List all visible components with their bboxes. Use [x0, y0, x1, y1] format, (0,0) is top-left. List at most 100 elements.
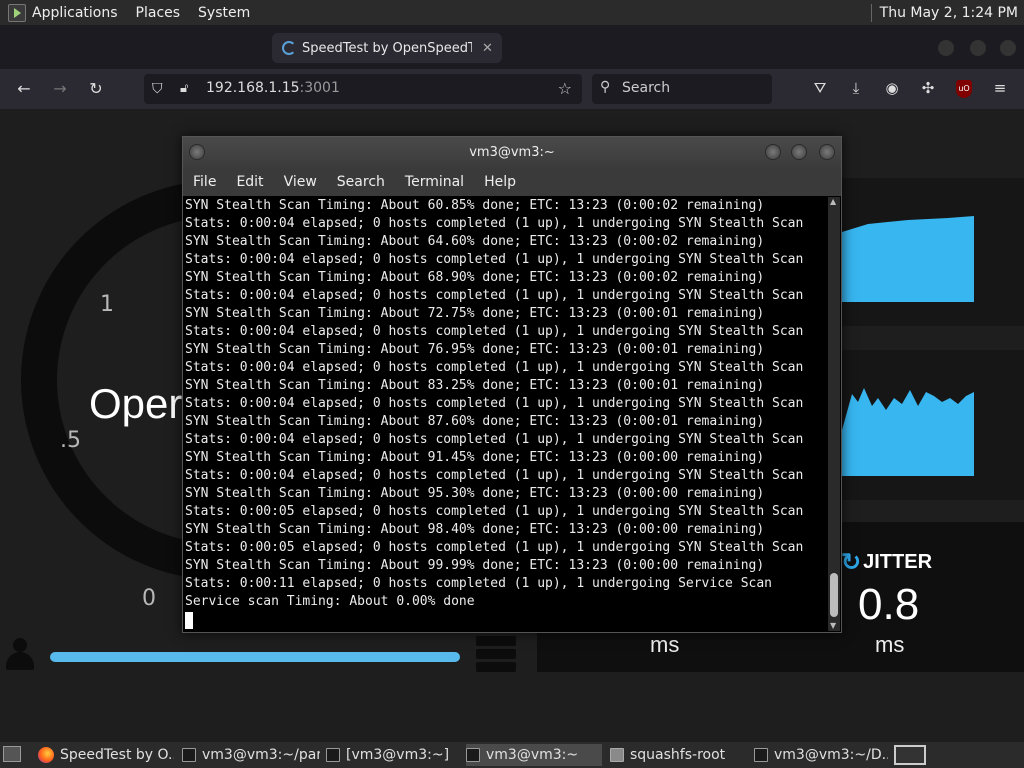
refresh-icon: ↻ [841, 549, 862, 576]
pocket-icon[interactable]: ⛛ [810, 79, 830, 97]
ublock-origin-icon[interactable]: uO [956, 80, 972, 98]
menu-applications[interactable]: Applications [32, 5, 118, 21]
taskbar-label: squashfs-root [630, 747, 726, 763]
terminal-line: SYN Stealth Scan Timing: About 95.30% do… [185, 486, 765, 501]
taskbar-label: vm3@vm3:~/D... [774, 747, 888, 763]
terminal-line: SYN Stealth Scan Timing: About 83.25% do… [185, 378, 765, 393]
menu-file[interactable]: File [193, 174, 216, 190]
url-port: :3001 [299, 80, 340, 96]
workspace-switcher[interactable] [894, 745, 926, 765]
folder-icon [610, 748, 624, 762]
loading-spinner-icon [282, 41, 296, 55]
terminal-line: SYN Stealth Scan Timing: About 99.99% do… [185, 558, 765, 573]
menu-terminal[interactable]: Terminal [405, 174, 464, 190]
search-placeholder: Search [622, 80, 671, 96]
download-chart-area [842, 216, 974, 302]
brand-heading: Oper [89, 380, 183, 427]
terminal-scrollbar[interactable]: ▲ ▼ [828, 197, 840, 631]
upload-chart-area [842, 388, 974, 476]
taskbar-item-terminal-paru[interactable]: vm3@vm3:~/paru [182, 744, 320, 766]
terminal-line: Stats: 0:00:04 elapsed; 0 hosts complete… [185, 432, 804, 447]
menu-view[interactable]: View [284, 174, 317, 190]
taskbar-item-firefox[interactable]: SpeedTest by O... [38, 744, 174, 766]
upload-chart [842, 388, 974, 476]
jitter-unit: ms [875, 632, 905, 657]
menu-edit[interactable]: Edit [236, 174, 263, 190]
tab-title: SpeedTest by OpenSpeedT [302, 40, 472, 56]
search-input[interactable]: ⚲ Search [592, 74, 772, 104]
scroll-up-icon[interactable]: ▲ [830, 197, 836, 206]
extensions-icon[interactable]: ✣ [918, 79, 938, 97]
account-icon[interactable]: ◉ [882, 79, 902, 97]
maximize-icon[interactable] [791, 144, 807, 160]
reload-icon[interactable]: ↻ [86, 79, 106, 98]
terminal-line: Service scan Timing: About 0.00% done [185, 594, 475, 609]
search-icon: ⚲ [600, 79, 611, 95]
shield-icon[interactable]: ⛉ [152, 81, 163, 97]
scroll-down-icon[interactable]: ▼ [830, 621, 836, 630]
tab-speedtest[interactable]: SpeedTest by OpenSpeedT ✕ [272, 33, 502, 63]
terminal-line: SYN Stealth Scan Timing: About 76.95% do… [185, 342, 765, 357]
window-menu-icon[interactable] [189, 144, 205, 160]
window-close-ghost[interactable] [1000, 40, 1016, 56]
taskbar-label: [vm3@vm3:~] [346, 747, 450, 763]
taskbar-label: vm3@vm3:~ [486, 747, 579, 763]
taskbar-item-terminal-d[interactable]: vm3@vm3:~/D... [754, 744, 888, 766]
terminal-line: SYN Stealth Scan Timing: About 98.40% do… [185, 522, 765, 537]
bookmark-star-icon[interactable]: ☆ [558, 79, 572, 98]
jitter-value: 0.8 [858, 580, 920, 629]
terminal-line: Stats: 0:00:04 elapsed; 0 hosts complete… [185, 360, 804, 375]
scrollbar-thumb[interactable] [830, 573, 838, 617]
downloads-icon[interactable]: ⤓ [846, 79, 866, 97]
terminal-line: Stats: 0:00:04 elapsed; 0 hosts complete… [185, 324, 804, 339]
ping-unit: ms [650, 632, 680, 657]
taskbar-item-terminal-home[interactable]: vm3@vm3:~ [466, 744, 602, 766]
lock-icon[interactable]: 🔓︎ [180, 81, 188, 96]
ghost-tab [10, 33, 240, 61]
terminal-line: Stats: 0:00:04 elapsed; 0 hosts complete… [185, 216, 804, 231]
close-icon[interactable] [819, 144, 835, 160]
menu-system[interactable]: System [198, 5, 250, 21]
terminal-icon [466, 748, 480, 762]
menu-places[interactable]: Places [136, 5, 181, 21]
minimize-icon[interactable] [765, 144, 781, 160]
user-icon [4, 638, 36, 672]
menu-search[interactable]: Search [337, 174, 385, 190]
jitter-title: ↻ JITTER [841, 548, 932, 577]
hamburger-menu-icon[interactable]: ≡ [990, 79, 1010, 97]
terminal-output[interactable]: SYN Stealth Scan Timing: About 60.85% do… [185, 197, 827, 631]
forward-arrow-icon[interactable]: → [50, 79, 70, 98]
terminal-line: Stats: 0:00:04 elapsed; 0 hosts complete… [185, 468, 804, 483]
terminal-line: SYN Stealth Scan Timing: About 60.85% do… [185, 198, 765, 213]
terminal-line: Stats: 0:00:04 elapsed; 0 hosts complete… [185, 396, 804, 411]
window-minimize-ghost[interactable] [938, 40, 954, 56]
terminal-line: Stats: 0:00:05 elapsed; 0 hosts complete… [185, 504, 804, 519]
terminal-window[interactable]: vm3@vm3:~ File Edit View Search Terminal… [182, 136, 842, 633]
terminal-line: SYN Stealth Scan Timing: About 87.60% do… [185, 414, 765, 429]
terminal-line: SYN Stealth Scan Timing: About 72.75% do… [185, 306, 765, 321]
panel-clock[interactable]: Thu May 2, 1:24 PM [880, 5, 1018, 21]
download-chart-panel [838, 178, 1024, 326]
top-panel: Applications Places System Thu May 2, 1:… [0, 0, 1024, 25]
menu-help[interactable]: Help [484, 174, 516, 190]
window-maximize-ghost[interactable] [970, 40, 986, 56]
terminal-titlebar[interactable]: vm3@vm3:~ [183, 137, 841, 168]
terminal-cursor [185, 612, 193, 629]
terminal-line: Stats: 0:00:11 elapsed; 0 hosts complete… [185, 576, 772, 591]
terminal-line: Stats: 0:00:04 elapsed; 0 hosts complete… [185, 288, 804, 303]
download-chart [842, 216, 974, 302]
gauge-label-0: 0 [142, 586, 156, 611]
taskbar-label: vm3@vm3:~/paru [202, 747, 320, 763]
close-tab-icon[interactable]: ✕ [482, 41, 493, 56]
taskbar-item-squashfs[interactable]: squashfs-root [610, 744, 748, 766]
terminal-line: SYN Stealth Scan Timing: About 64.60% do… [185, 234, 765, 249]
firefox-icon [38, 747, 54, 763]
terminal-app-icon[interactable] [8, 3, 26, 22]
gauge-label-1: 1 [100, 292, 114, 317]
browser-tab-strip [0, 25, 1024, 69]
url-bar[interactable]: ⛉ 🔓︎ 192.168.1.15:3001 ☆ [144, 74, 582, 104]
back-arrow-icon[interactable]: ← [14, 79, 34, 98]
show-desktop-icon[interactable] [3, 746, 21, 762]
terminal-icon [754, 748, 768, 762]
taskbar-item-terminal-home-min[interactable]: [vm3@vm3:~] [326, 744, 460, 766]
